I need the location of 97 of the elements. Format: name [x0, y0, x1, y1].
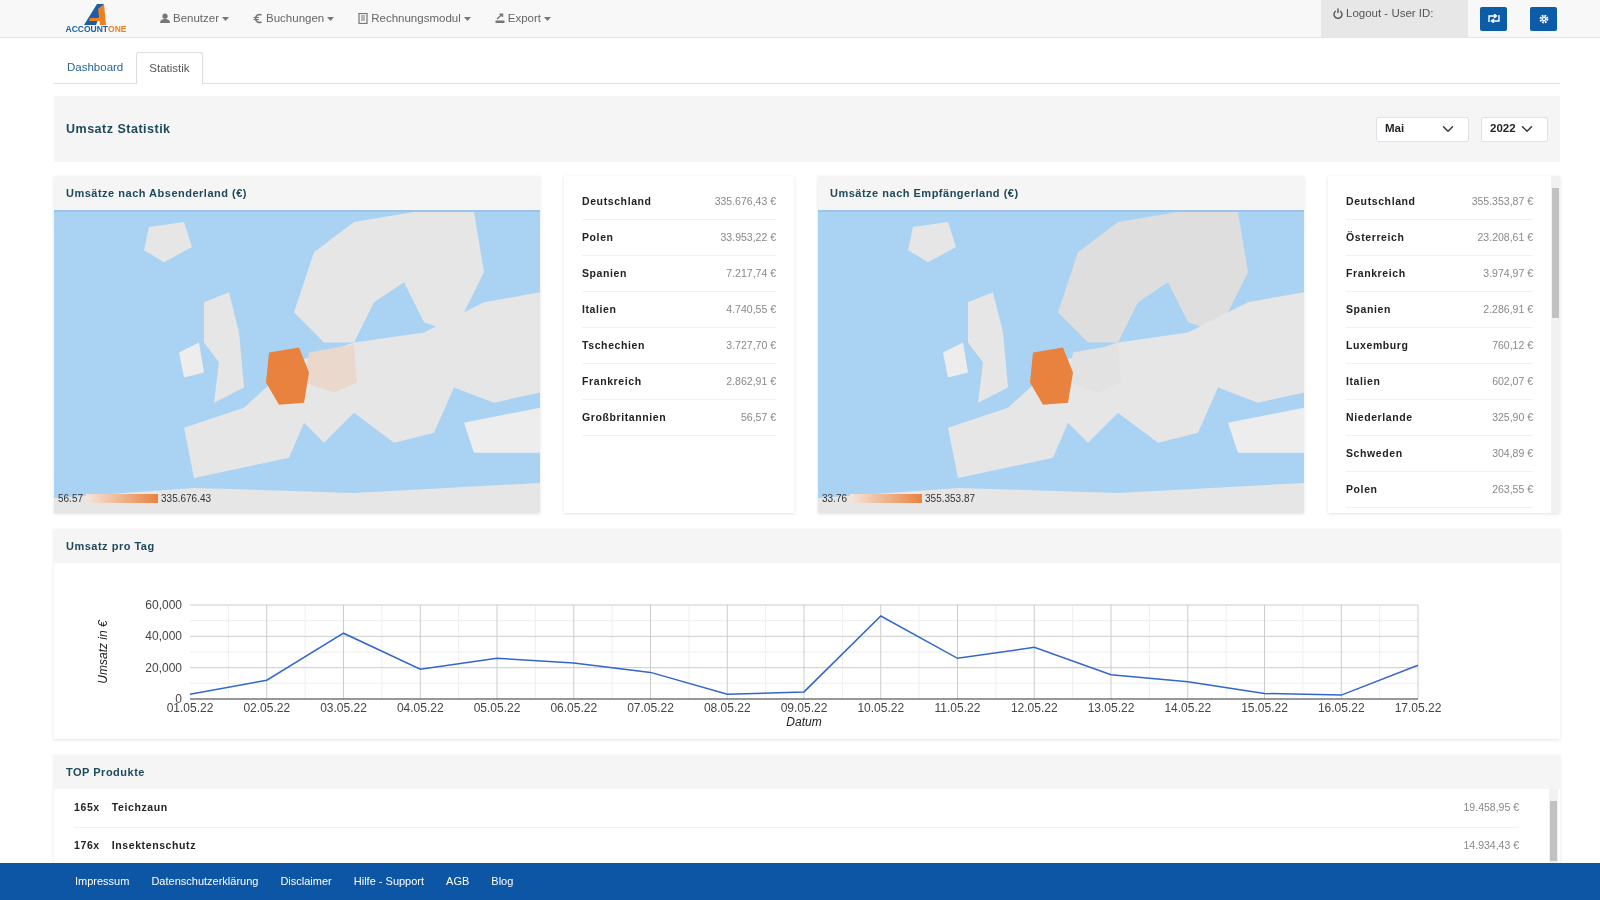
- amount-value: 325,90 €: [1492, 409, 1533, 425]
- amount-value: 19.458,95 €: [1463, 799, 1519, 815]
- y-tick-label: 40,000: [145, 629, 182, 644]
- caret-icon: [463, 16, 471, 21]
- amount-value: 7.217,74 €: [726, 265, 776, 281]
- x-tick-label: 07.05.22: [627, 701, 674, 715]
- y-tick-label: 20,000: [145, 660, 182, 675]
- country-label: Schweden: [1346, 445, 1403, 461]
- x-tick-label: 10.05.22: [857, 701, 905, 715]
- country-label: Italien: [582, 301, 617, 317]
- menu-item[interactable]: Export: [482, 9, 563, 28]
- x-tick-label: 08.05.22: [703, 701, 751, 715]
- x-tick-label: 06.05.22: [550, 701, 598, 715]
- power-icon: [1333, 8, 1343, 20]
- y-tick-label: 60,000: [145, 598, 182, 612]
- country-label: Spanien: [1346, 301, 1392, 317]
- menu-item[interactable]: Benutzer: [148, 9, 242, 28]
- menu-item[interactable]: Rechnungsmodul: [346, 9, 483, 28]
- footer-link[interactable]: Datenschutzerklärung: [140, 873, 270, 890]
- footer-link[interactable]: Blog: [480, 873, 525, 890]
- x-tick-label: 15.05.22: [1241, 701, 1288, 715]
- caret-icon: [222, 16, 230, 21]
- caret-icon: [327, 16, 335, 21]
- repeat-icon: [1487, 14, 1500, 23]
- country-label: Polen: [1346, 481, 1378, 497]
- amount-value: 23.208,61 €: [1477, 229, 1533, 245]
- month-select[interactable]: Mai: [1376, 116, 1469, 142]
- quantity-label: 165x: [74, 799, 100, 815]
- x-tick-label: 14.05.22: [1164, 701, 1212, 715]
- amount-value: 760,12 €: [1492, 337, 1533, 353]
- x-tick-label: 12.05.22: [1010, 701, 1058, 715]
- caret-icon: [544, 16, 551, 21]
- x-tick-label: 05.05.22: [473, 701, 521, 715]
- country-label: Österreich: [1346, 229, 1405, 245]
- amount-value: 14.934,43 €: [1463, 838, 1519, 854]
- panel-title: Umsatz Statistik: [66, 120, 171, 138]
- x-tick-label: 13.05.22: [1087, 701, 1135, 715]
- card-title: Umsätze nach Empfängerland (€): [830, 185, 1019, 201]
- menu-item[interactable]: Buchungen: [241, 9, 347, 28]
- x-tick-label: 11.05.22: [934, 701, 981, 715]
- amount-value: 263,55 €: [1492, 481, 1533, 497]
- amount-value: 33.953,22 €: [720, 229, 776, 245]
- refresh-button[interactable]: [1480, 6, 1507, 31]
- card-title: Umsatz pro Tag: [66, 538, 155, 554]
- x-axis-title: Datum: [786, 715, 822, 729]
- footer-link[interactable]: Hilfe - Support: [342, 873, 436, 890]
- scrollbar[interactable]: [1551, 176, 1560, 513]
- country-label: Frankreich: [1346, 265, 1406, 281]
- amount-value: 2.862,91 €: [726, 373, 776, 389]
- legend-max-label: 355.353.87: [925, 492, 976, 506]
- footer-link[interactable]: AGB: [435, 873, 481, 890]
- amount-value: 355.353,87 €: [1471, 193, 1533, 209]
- country-label: Niederlande: [1346, 409, 1413, 425]
- product-name: Insektenschutz: [111, 838, 197, 854]
- tab[interactable]: Dashboard: [54, 52, 137, 83]
- logo-text: ACCOUNTONE: [65, 25, 127, 34]
- amount-value: 3.974,97 €: [1483, 265, 1533, 281]
- country-label: Tschechien: [582, 337, 645, 353]
- amount-value: 2.286,91 €: [1483, 301, 1533, 317]
- export-icon: [494, 13, 505, 24]
- card-title: TOP Produkte: [66, 764, 145, 780]
- country-label: Deutschland: [582, 193, 652, 209]
- legend-min-label: 33.76: [822, 492, 848, 506]
- country-label: Deutschland: [1346, 193, 1416, 209]
- country-label: Frankreich: [582, 373, 642, 389]
- amount-value: 335.676,43 €: [714, 193, 776, 209]
- tab[interactable]: Statistik: [136, 52, 203, 84]
- footer-link[interactable]: Impressum: [64, 873, 141, 890]
- x-tick-label: 04.05.22: [396, 701, 444, 715]
- settings-button[interactable]: [1530, 6, 1557, 31]
- country-label: Spanien: [582, 265, 628, 281]
- x-tick-label: 02.05.22: [243, 701, 291, 715]
- country-label: Italien: [1346, 373, 1381, 389]
- x-tick-label: 03.05.22: [320, 701, 367, 715]
- x-tick-label: 17.05.22: [1394, 701, 1442, 715]
- country-label: Polen: [582, 229, 614, 245]
- country-label: Großbritannien: [582, 409, 667, 425]
- user-icon: [160, 13, 170, 24]
- legend-min-label: 56.57: [58, 492, 84, 506]
- settings-icon: [1538, 13, 1549, 24]
- product-name: Teichzaun: [111, 799, 168, 815]
- amount-value: 3.727,70 €: [726, 337, 776, 353]
- y-axis-title: Umsatz in €: [96, 620, 110, 684]
- amount-value: 56,57 €: [740, 409, 776, 425]
- x-tick-label: 09.05.22: [780, 701, 828, 715]
- amount-value: 4.740,55 €: [726, 301, 776, 317]
- quantity-label: 176x: [74, 838, 100, 854]
- legend-max-label: 335.676.43: [161, 492, 212, 506]
- footer-link[interactable]: Disclaimer: [269, 873, 343, 890]
- year-select[interactable]: 2022: [1481, 116, 1548, 142]
- amount-value: 304,89 €: [1492, 445, 1533, 461]
- document-icon: [358, 13, 369, 24]
- euro-icon: [253, 13, 264, 24]
- country-label: Luxemburg: [1346, 337, 1409, 353]
- card-title: Umsätze nach Absenderland (€): [66, 185, 247, 201]
- amount-value: 602,07 €: [1492, 373, 1533, 389]
- x-tick-label: 16.05.22: [1317, 701, 1365, 715]
